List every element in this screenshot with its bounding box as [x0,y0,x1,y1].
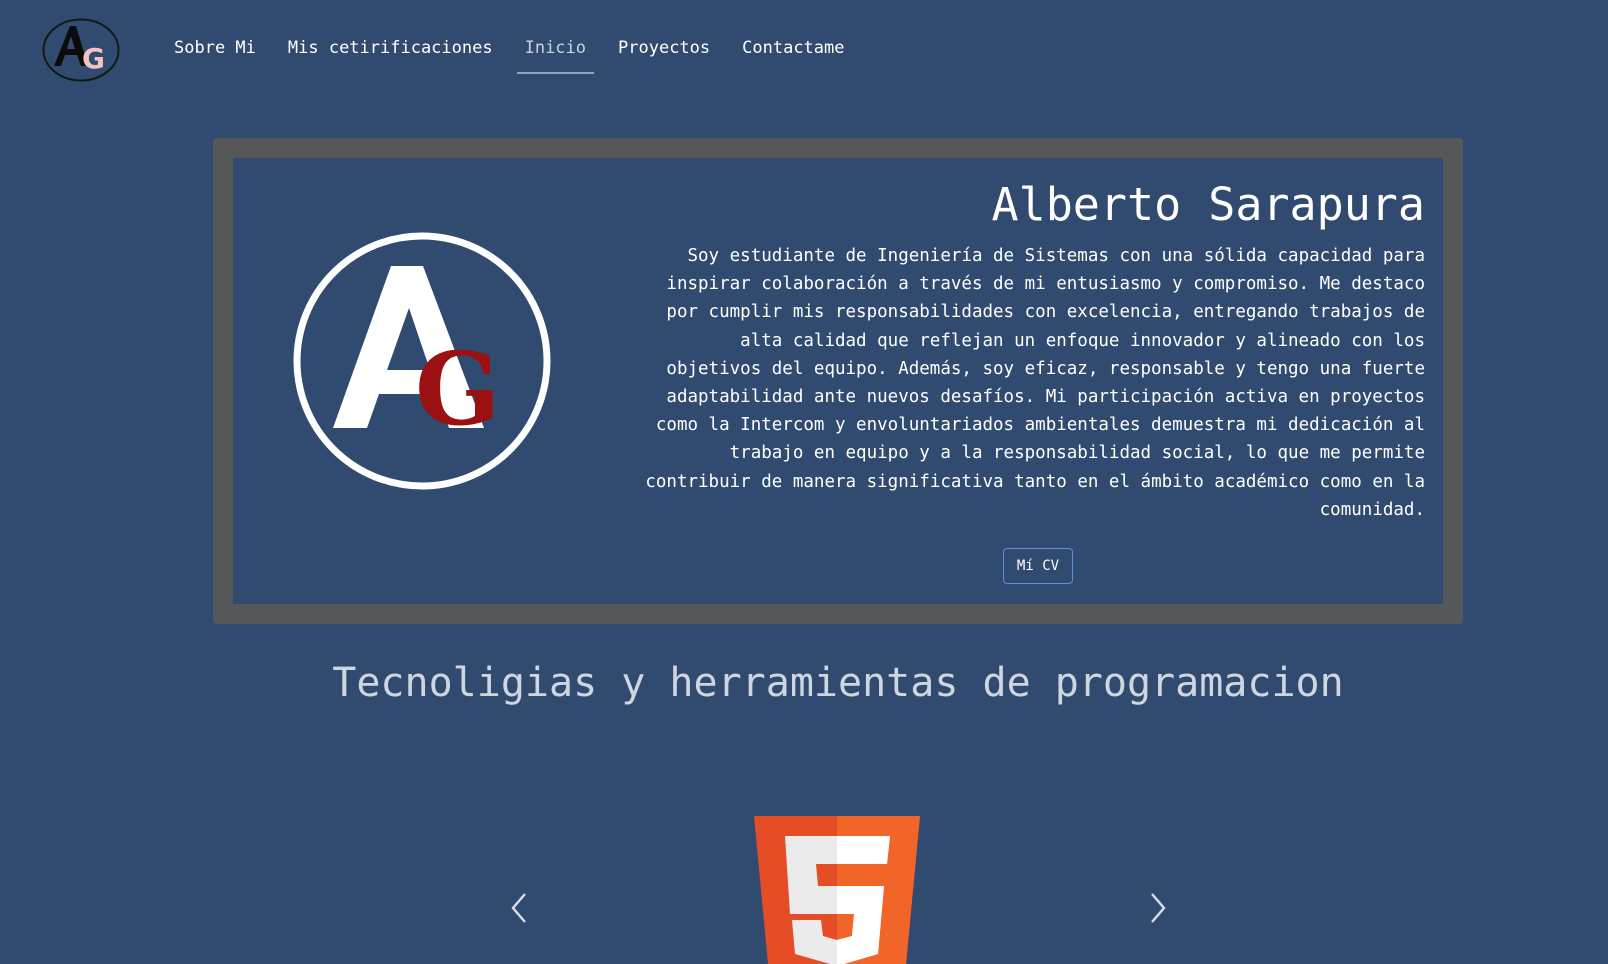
nav-link-sobre-mi[interactable]: Sobre Mi [158,28,272,68]
nav-link-proyectos[interactable]: Proyectos [602,28,726,68]
nav-link-contactame[interactable]: Contactame [726,28,860,68]
brand-logo-icon[interactable]: G [42,18,120,82]
svg-text:G: G [82,42,105,75]
nav-link-certificaciones[interactable]: Mis cetirificaciones [272,28,509,68]
top-navbar: G Sobre Mi Mis cetirificaciones Inicio P… [0,0,1608,100]
chevron-left-icon[interactable] [505,890,535,926]
technologies-title: Tecnoligias y herramientas de programaci… [332,660,1344,706]
profile-logo-icon: G [293,232,551,490]
nav-links: Sobre Mi Mis cetirificaciones Inicio Pro… [158,28,861,74]
cv-button[interactable]: Mí CV [1003,548,1073,584]
profile-name: Alberto Sarapura [991,178,1425,231]
svg-text:G: G [415,330,500,448]
hero-card: G Alberto Sarapura Soy estudiante de Ing… [213,138,1463,624]
nav-link-inicio[interactable]: Inicio [509,28,602,74]
chevron-right-icon[interactable] [1142,890,1172,926]
profile-bio: Soy estudiante de Ingeniería de Sistemas… [645,246,1425,520]
html5-logo-icon [754,816,920,964]
hero-card-inner: G Alberto Sarapura Soy estudiante de Ing… [233,158,1443,604]
